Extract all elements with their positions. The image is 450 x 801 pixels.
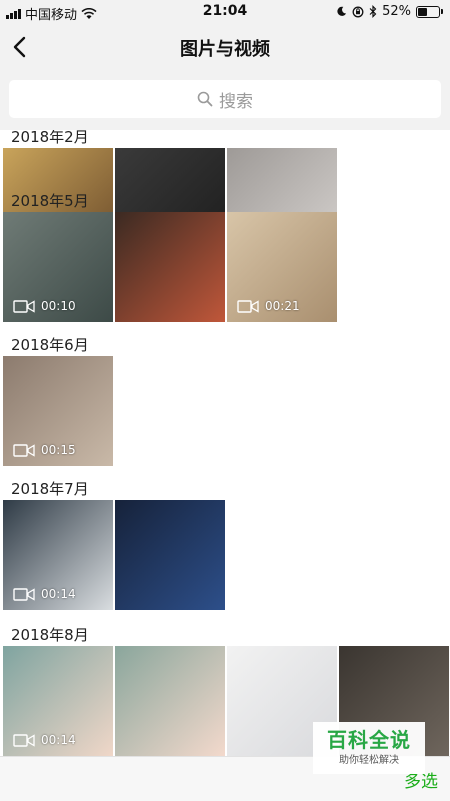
watermark-logo: 百科全说 助你轻松解决 [313, 722, 425, 774]
month-label: 2018年6月 [11, 336, 89, 354]
video-duration-badge: 00:10 [13, 299, 76, 313]
video-camera-icon [13, 299, 35, 313]
back-button[interactable] [6, 32, 36, 62]
watermark-title: 百科全说 [327, 728, 411, 752]
chevron-left-icon [13, 36, 26, 58]
video-duration-badge: 00:15 [13, 443, 76, 457]
video-duration: 00:15 [41, 443, 76, 457]
search-placeholder: 搜索 [219, 91, 253, 112]
search-icon [197, 91, 213, 107]
month-label: 2018年7月 [11, 480, 89, 498]
video-duration: 00:14 [41, 587, 76, 601]
month-label: 2018年5月 [11, 192, 89, 210]
status-bar: 中国移动 21:04 52% [0, 0, 450, 24]
month-label: 2018年8月 [11, 626, 89, 644]
moon-icon [337, 6, 347, 16]
bluetooth-icon [369, 5, 377, 18]
page-title: 图片与视频 [180, 39, 270, 60]
search-area: 搜索 [0, 70, 450, 130]
video-duration-badge: 00:14 [13, 733, 76, 747]
status-right: 52% [336, 4, 443, 19]
video-thumbnail[interactable]: 00:14 [3, 646, 113, 756]
photo-thumbnail[interactable] [115, 646, 225, 756]
watermark-subtitle: 助你轻松解决 [339, 755, 399, 766]
video-thumbnail[interactable]: 00:21 [227, 212, 337, 322]
video-camera-icon [13, 443, 35, 457]
rotation-lock-icon [352, 6, 364, 17]
video-duration: 00:21 [265, 299, 300, 313]
battery-icon [416, 5, 443, 18]
video-camera-icon [13, 587, 35, 601]
video-thumbnail[interactable]: 00:14 [3, 500, 113, 610]
video-duration-badge: 00:21 [237, 299, 300, 313]
video-duration: 00:14 [41, 733, 76, 747]
photo-thumbnail[interactable] [115, 212, 225, 322]
video-thumbnail[interactable]: 00:10 [3, 212, 113, 322]
battery-percent: 52% [382, 4, 411, 19]
video-duration: 00:10 [41, 299, 76, 313]
month-label: 2018年2月 [11, 130, 89, 146]
search-input[interactable]: 搜索 [9, 80, 441, 118]
media-list: 2018年2月00:1600:052018年5月00:1000:212018年6… [0, 130, 450, 770]
navigation-bar: 图片与视频 [0, 24, 450, 70]
video-camera-icon [237, 299, 259, 313]
video-camera-icon [13, 733, 35, 747]
video-thumbnail[interactable]: 00:15 [3, 356, 113, 466]
photo-thumbnail[interactable] [115, 500, 225, 610]
video-duration-badge: 00:14 [13, 587, 76, 601]
